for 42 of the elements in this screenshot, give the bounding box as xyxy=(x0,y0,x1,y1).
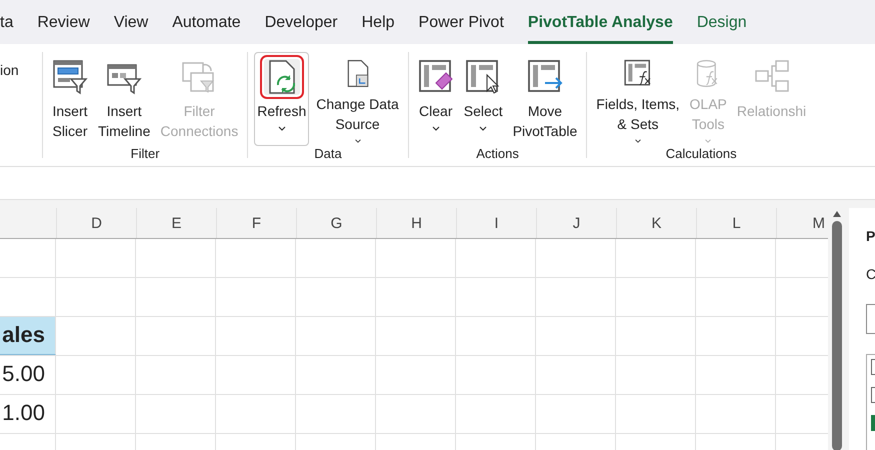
ribbon-button[interactable]: Change Data Source xyxy=(313,52,402,146)
column-header[interactable]: J xyxy=(570,214,582,232)
relationship-icon xyxy=(754,59,790,95)
ribbon-button[interactable]: Select xyxy=(460,52,506,146)
group-label: Data xyxy=(314,146,342,163)
ribbon-tab[interactable]: Developer xyxy=(264,14,338,44)
group-label: Actions xyxy=(476,146,519,163)
group-label: Calculations xyxy=(666,146,737,163)
column-header[interactable]: K xyxy=(649,214,664,232)
ribbon-tab[interactable]: Help xyxy=(362,14,395,44)
group-label: Filter xyxy=(130,146,160,163)
ribbon-button[interactable]: Refresh xyxy=(254,52,310,146)
table-cell: 5.00 xyxy=(0,356,56,394)
scrollbar-thumb[interactable] xyxy=(832,221,842,450)
table-cell: 1.00 xyxy=(0,395,56,433)
ribbon-label: ion xyxy=(0,62,19,78)
table-cell: ales xyxy=(0,317,56,355)
ribbon-button[interactable]: Insert Timeline xyxy=(95,52,154,146)
column-header[interactable]: G xyxy=(328,214,344,232)
column-header[interactable]: E xyxy=(169,214,184,232)
column-header[interactable]: D xyxy=(89,214,104,232)
ribbon-tab[interactable]: Automate xyxy=(172,14,241,44)
ribbon-tab[interactable]: Power Pivot xyxy=(418,14,504,44)
ribbon-button[interactable]: Move PivotTable xyxy=(510,52,580,146)
column-header[interactable]: F xyxy=(250,214,264,232)
ribbon-button[interactable]: Clear xyxy=(414,52,457,146)
ribbon-tab[interactable]: ta xyxy=(0,14,14,44)
ribbon-tab[interactable]: Design xyxy=(696,14,747,44)
ribbon-button[interactable]: Insert Slicer xyxy=(49,52,91,146)
column-header[interactable]: M xyxy=(810,214,827,232)
eraser-icon xyxy=(418,59,454,95)
column-header[interactable]: I xyxy=(492,214,501,232)
column-header[interactable]: L xyxy=(730,214,743,232)
scroll-up-icon[interactable] xyxy=(832,210,842,218)
cursor-icon xyxy=(465,59,502,95)
column-header[interactable]: H xyxy=(409,214,424,232)
pane-title: P xyxy=(866,228,875,244)
ribbon-tab[interactable]: Review xyxy=(37,14,90,44)
slicer-icon xyxy=(52,59,88,95)
ribbon-button[interactable]: Fields, Items, & Sets xyxy=(593,52,683,146)
refresh-icon xyxy=(264,59,300,95)
ribbon-tab[interactable]: View xyxy=(114,14,148,44)
